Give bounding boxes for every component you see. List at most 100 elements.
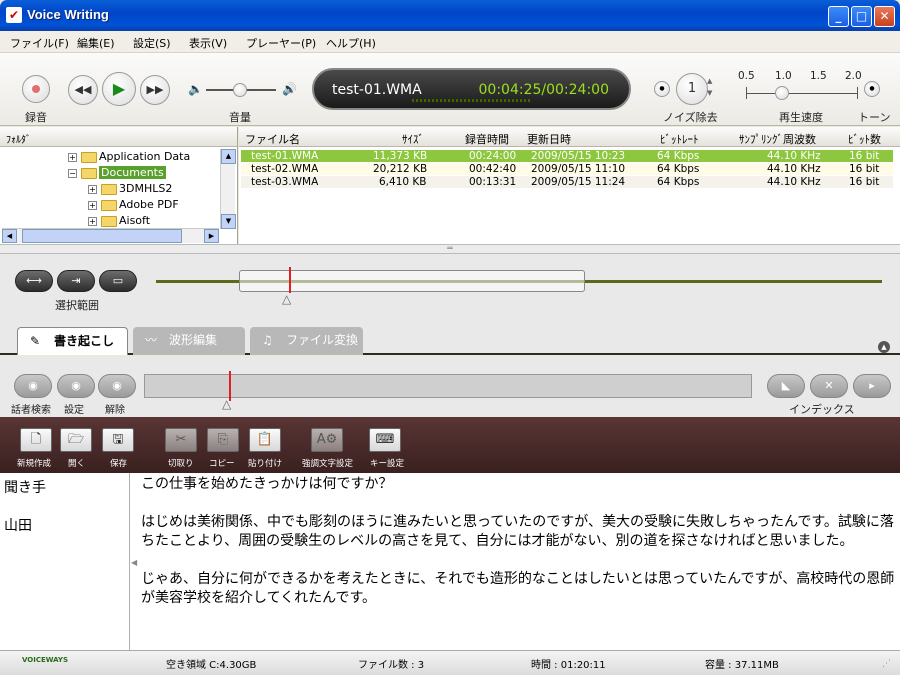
file-row[interactable]: test-03.WMA 6,410 KB 00:13:31 2009/05/15… [241, 176, 893, 188]
folder-header-label: ﾌｫﾙﾀﾞ [6, 135, 31, 146]
cell-modified: 2009/05/15 11:10 [531, 163, 626, 175]
file-row[interactable]: test-02.WMA 20,212 KB 00:42:40 2009/05/1… [241, 163, 893, 175]
tab-waveform[interactable]: 〰 波形編集 [133, 327, 245, 355]
range-all-icon: ▭ [112, 274, 124, 287]
index-set-button[interactable]: ◉ [57, 374, 95, 398]
column-header-bitrate[interactable]: ﾋﾞｯﾄﾚｰﾄ [660, 131, 699, 147]
close-button[interactable]: ✕ [874, 6, 895, 27]
key-settings-icon: ⌨ [375, 432, 395, 447]
file-row-selected[interactable]: test-01.WMA 11,373 KB 00:24:00 2009/05/1… [241, 150, 893, 162]
tree-item-documents[interactable]: − Documents [68, 166, 166, 180]
menu-help[interactable]: ヘルプ(H) [326, 35, 376, 51]
collapse-panel-icon[interactable]: ▲ [878, 341, 890, 353]
menu-file[interactable]: ファイル(F) [10, 35, 69, 51]
tab-label: 波形編集 [169, 333, 218, 347]
folder-horizontal-scrollbar[interactable]: ◀ ▶ [2, 228, 219, 243]
menu-settings[interactable]: 設定(S) [133, 35, 171, 51]
fast-forward-button[interactable]: ▶▶ [140, 75, 170, 105]
key-settings-label: キー設定 [370, 459, 405, 469]
expand-icon[interactable]: + [68, 152, 77, 162]
cut-icon: ✂ [175, 432, 187, 447]
playback-display: test-01.WMA 00:04:25/00:24:00 [312, 68, 631, 110]
index-playhead-handle-icon[interactable]: △ [222, 397, 231, 411]
resize-grip-icon[interactable]: ⋰ [882, 659, 891, 669]
speaker-search-button[interactable]: ◉ [14, 374, 52, 398]
column-header-filename[interactable]: ファイル名 [245, 131, 300, 147]
cut-button[interactable]: ✂ [165, 428, 197, 452]
maximize-button[interactable]: □ [851, 6, 872, 27]
scroll-left-arrow-icon[interactable]: ◀ [2, 229, 17, 243]
volume-slider-knob[interactable] [233, 83, 247, 97]
tree-item-label: Aisoft [119, 214, 151, 227]
noise-stepper[interactable]: ▲ ▼ [707, 75, 712, 99]
expand-icon[interactable]: + [88, 200, 97, 210]
collapse-icon[interactable]: − [68, 168, 77, 178]
rewind-button[interactable]: ◀◀ [68, 75, 98, 105]
playhead-handle-icon[interactable]: △ [282, 292, 291, 306]
tree-item-aisoft[interactable]: + Aisoft [88, 214, 150, 228]
playhead-marker[interactable] [289, 267, 291, 293]
scroll-right-arrow-icon[interactable]: ▶ [204, 229, 219, 243]
speaker-label-yamada[interactable]: 山田 [4, 515, 32, 535]
horizontal-scroll-thumb[interactable] [22, 229, 182, 243]
expand-icon[interactable]: + [88, 184, 97, 194]
folder-icon [81, 151, 97, 163]
speed-slider[interactable] [746, 93, 858, 94]
tree-item-adobe-pdf[interactable]: + Adobe PDF [88, 198, 179, 212]
play-button[interactable]: ▶ [102, 72, 136, 106]
index-label: インデックス [789, 403, 855, 416]
key-settings-button[interactable]: ⌨ [369, 428, 401, 452]
tab-convert[interactable]: ♫ ファイル変換 [250, 327, 363, 355]
splitter-arrow-icon[interactable]: ◀ [131, 558, 137, 567]
open-button[interactable]: 🗁 [60, 428, 92, 452]
expand-icon[interactable]: + [88, 216, 97, 226]
font-settings-icon: A⚙ [316, 432, 338, 447]
speed-slider-knob[interactable] [775, 86, 789, 100]
paste-button[interactable]: 📋 [249, 428, 281, 452]
tree-item-application-data[interactable]: + Application Data [68, 150, 190, 164]
scroll-down-arrow-icon[interactable]: ▼ [221, 214, 236, 229]
select-range-start-button[interactable]: ⟷ [15, 270, 53, 292]
index-next-button[interactable]: ▸ [853, 374, 891, 398]
highlight-text-button[interactable]: A⚙ [311, 428, 343, 452]
cut-label: 切取り [168, 459, 194, 469]
folder-icon [81, 167, 97, 179]
menu-player[interactable]: プレーヤー(P) [246, 35, 316, 51]
minimize-button[interactable]: _ [828, 6, 849, 27]
column-header-sample-rate[interactable]: ｻﾝﾌﾟﾘﾝｸﾞ周波数 [739, 131, 816, 147]
select-range-end-button[interactable]: ⇥ [57, 270, 95, 292]
cell-bits: 16 bit [849, 150, 880, 162]
scroll-up-arrow-icon[interactable]: ▲ [221, 149, 236, 164]
index-set-icon: ◉ [71, 379, 81, 392]
index-previous-button[interactable]: ◣ [767, 374, 805, 398]
record-button[interactable] [22, 75, 50, 103]
index-delete-button[interactable]: ✕ [810, 374, 848, 398]
speed-tick-mark [746, 87, 747, 99]
speaker-label-interviewer[interactable]: 聞き手 [4, 477, 46, 497]
select-range-all-button[interactable]: ▭ [99, 270, 137, 292]
column-header-bits[interactable]: ﾋﾞｯﾄ数 [848, 131, 881, 147]
file-list-pane: ファイル名 ｻｲｽﾞ 録音時間 更新日時 ﾋﾞｯﾄﾚｰﾄ ｻﾝﾌﾟﾘﾝｸﾞ周波数… [239, 127, 900, 244]
save-button[interactable]: 🖫 [102, 428, 134, 452]
speaker-search-icon: ◉ [28, 379, 38, 392]
fast-forward-icon: ▶▶ [146, 83, 164, 96]
noise-off-button[interactable]: ● [654, 81, 670, 97]
column-header-modified[interactable]: 更新日時 [527, 131, 571, 147]
tab-transcribe[interactable]: ✎ 書き起こし [17, 327, 128, 355]
pane-splitter[interactable]: ═ [0, 244, 900, 254]
index-track[interactable] [144, 374, 752, 398]
new-document-button[interactable]: 🗋 [20, 428, 52, 452]
index-release-button[interactable]: ◉ [98, 374, 136, 398]
folder-vertical-scrollbar[interactable]: ▲ ▼ [220, 149, 236, 229]
column-header-size[interactable]: ｻｲｽﾞ [402, 131, 424, 147]
tree-item-3dmhls2[interactable]: +3DMHLS2 [88, 182, 172, 196]
current-filename: test-01.WMA [332, 82, 422, 98]
copy-button[interactable]: ⎘ [207, 428, 239, 452]
column-header-duration[interactable]: 録音時間 [465, 131, 509, 147]
tree-item-label: Application Data [99, 150, 191, 163]
menu-edit[interactable]: 編集(E) [77, 35, 115, 51]
menu-view[interactable]: 表示(V) [189, 35, 227, 51]
player-toolbar: 録音 ◀◀ ▶ ▶▶ 🔈 🔊 音量 test-01.WMA 00:04:25/0… [0, 53, 900, 126]
tone-button[interactable]: ● [864, 81, 880, 97]
transcript-editor[interactable]: この仕事を始めたきっかけは何ですか？ はじめは美術関係、中でも彫刻のほうに進みた… [141, 475, 896, 608]
